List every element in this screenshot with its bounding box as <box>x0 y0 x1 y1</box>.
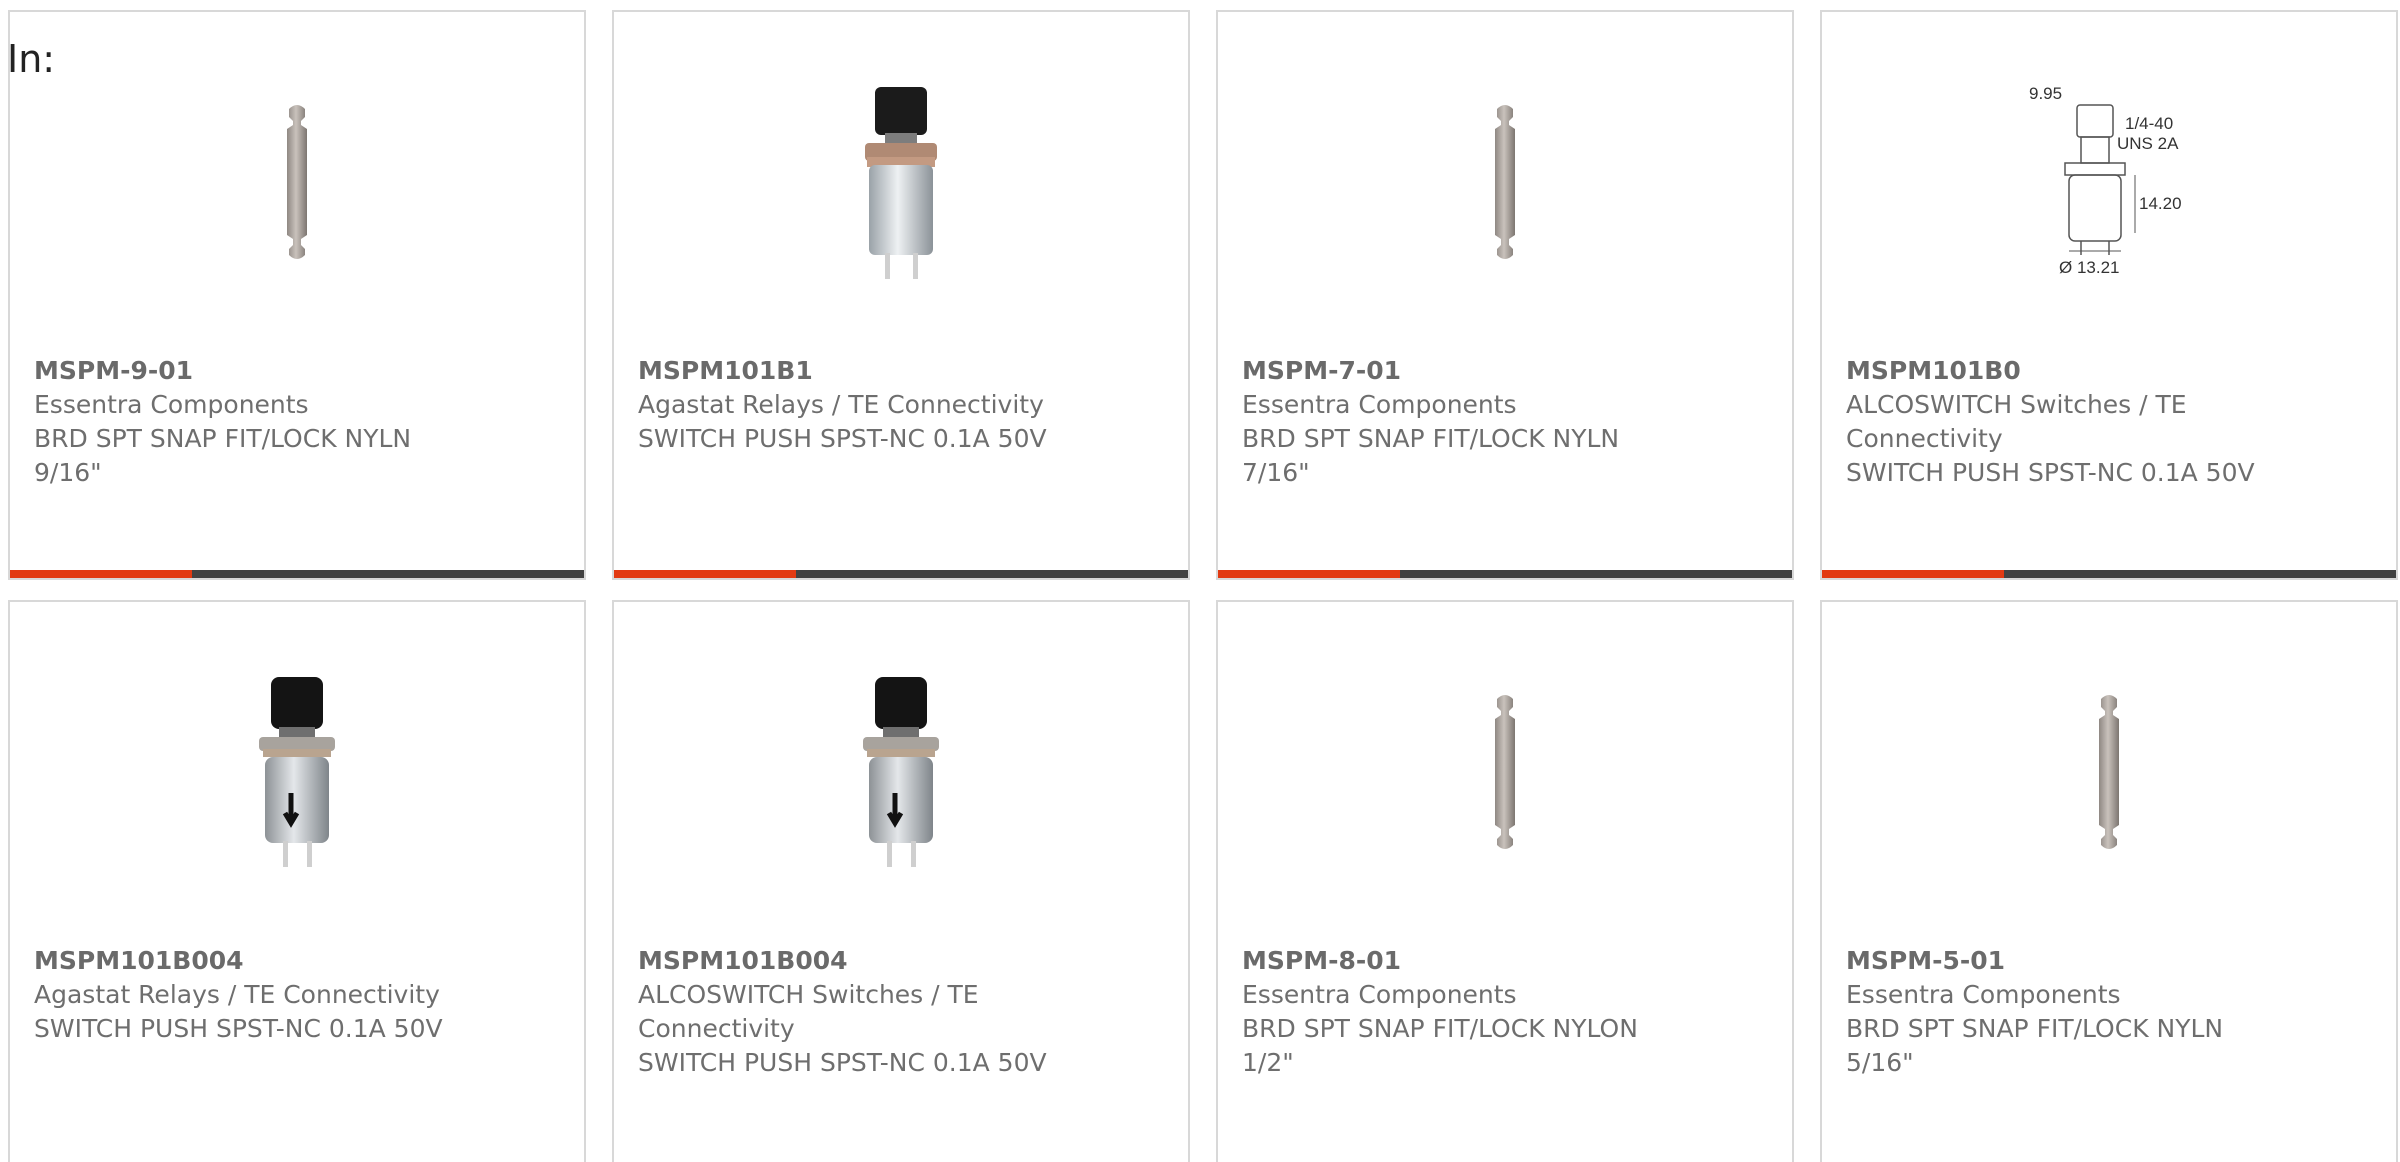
card-footer-bar <box>614 570 1188 578</box>
pushbutton-switch-image <box>800 82 1002 284</box>
dimension-text: 14.20 <box>2139 194 2182 213</box>
pushbutton-switch-image <box>196 672 398 874</box>
part-number[interactable]: MSPM-7-01 <box>1242 354 1672 388</box>
description: BRD SPT SNAP FIT/LOCK NYLN 5/16" <box>1846 1014 2224 1077</box>
standoff-image <box>2008 672 2210 874</box>
dimension-text: Ø 13.21 <box>2059 258 2120 277</box>
product-card[interactable]: 9.95 1/4-40 UNS 2A 14.20 Ø 13.21 MSPM101… <box>1820 10 2398 580</box>
dimension-text: UNS 2A <box>2117 134 2179 153</box>
description: SWITCH PUSH SPST-NC 0.1A 50V <box>1846 458 2255 487</box>
product-card[interactable]: MSPM-5-01 Essentra Components BRD SPT SN… <box>1820 600 2398 1162</box>
description: SWITCH PUSH SPST-NC 0.1A 50V <box>638 424 1047 453</box>
manufacturer: Essentra Components <box>1242 980 1517 1009</box>
dimension-text: 1/4-40 <box>2125 114 2173 133</box>
filter-label: In: <box>7 37 56 81</box>
description: BRD SPT SNAP FIT/LOCK NYLN 9/16" <box>34 424 412 487</box>
product-card[interactable]: MSPM-9-01 Essentra Components BRD SPT SN… <box>8 10 586 580</box>
description: BRD SPT SNAP FIT/LOCK NYLON 1/2" <box>1242 1014 1638 1077</box>
manufacturer: Essentra Components <box>1242 390 1517 419</box>
standoff-image <box>1404 82 1606 284</box>
card-footer-accent <box>1822 570 2004 578</box>
manufacturer: Essentra Components <box>1846 980 2121 1009</box>
product-card[interactable]: MSPM101B004 ALCOSWITCH Switches / TE Con… <box>612 600 1190 1162</box>
part-number[interactable]: MSPM101B004 <box>34 944 464 978</box>
card-footer-accent <box>10 570 192 578</box>
dimension-text: 9.95 <box>2029 84 2062 103</box>
card-footer-bar <box>1822 570 2396 578</box>
product-grid-page: In: MSPM-9-01 Essentra Components BRD SP… <box>0 0 2400 1162</box>
product-card[interactable]: MSPM-8-01 Essentra Components BRD SPT SN… <box>1216 600 1794 1162</box>
pushbutton-switch-image <box>800 672 1002 874</box>
product-card[interactable]: MSPM101B1 Agastat Relays / TE Connectivi… <box>612 10 1190 580</box>
standoff-image <box>1404 672 1606 874</box>
manufacturer: Agastat Relays / TE Connectivity <box>34 980 440 1009</box>
description: SWITCH PUSH SPST-NC 0.1A 50V <box>34 1014 443 1043</box>
part-number[interactable]: MSPM-9-01 <box>34 354 464 388</box>
card-footer-accent <box>614 570 796 578</box>
product-card[interactable]: MSPM101B004 Agastat Relays / TE Connecti… <box>8 600 586 1162</box>
manufacturer: ALCOSWITCH Switches / TE Connectivity <box>638 980 979 1043</box>
card-footer-bar <box>10 570 584 578</box>
part-number[interactable]: MSPM101B004 <box>638 944 1068 978</box>
manufacturer: Agastat Relays / TE Connectivity <box>638 390 1044 419</box>
card-footer-accent <box>1218 570 1400 578</box>
card-footer-bar <box>1218 570 1792 578</box>
manufacturer: ALCOSWITCH Switches / TE Connectivity <box>1846 390 2187 453</box>
part-number[interactable]: MSPM101B0 <box>1846 354 2276 388</box>
manufacturer: Essentra Components <box>34 390 309 419</box>
description: SWITCH PUSH SPST-NC 0.1A 50V <box>638 1048 1047 1077</box>
part-number[interactable]: MSPM-8-01 <box>1242 944 1672 978</box>
part-number[interactable]: MSPM101B1 <box>638 354 1068 388</box>
dimension-drawing-image: 9.95 1/4-40 UNS 2A 14.20 Ø 13.21 <box>2008 82 2210 284</box>
part-number[interactable]: MSPM-5-01 <box>1846 944 2276 978</box>
product-card[interactable]: MSPM-7-01 Essentra Components BRD SPT SN… <box>1216 10 1794 580</box>
description: BRD SPT SNAP FIT/LOCK NYLN 7/16" <box>1242 424 1620 487</box>
standoff-image <box>196 82 398 284</box>
